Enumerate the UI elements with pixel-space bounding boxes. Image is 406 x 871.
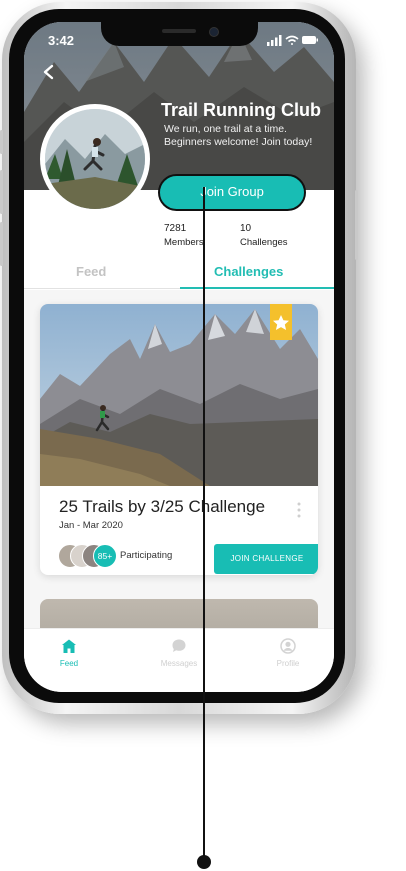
volume-up-button (0, 170, 3, 214)
mute-switch (0, 130, 3, 154)
group-avatar (40, 104, 150, 214)
tab-feed[interactable]: Feed (76, 264, 106, 279)
group-title: Trail Running Club (161, 100, 321, 120)
bottom-nav: Feed Messages Profile (24, 628, 334, 692)
participant-count-badge: 85+ (93, 544, 117, 568)
challenge-dates: Jan - Mar 2020 (59, 520, 123, 531)
challenge-title: 25 Trails by 3/25 Challenge (59, 497, 266, 516)
back-arrow-icon[interactable] (42, 64, 56, 80)
speaker-grille (162, 29, 196, 33)
members-label: Members (164, 237, 204, 248)
notch (101, 22, 258, 46)
front-camera (209, 27, 219, 37)
tab-challenges[interactable]: Challenges (214, 264, 283, 279)
battery-icon (302, 36, 318, 44)
status-icons (267, 35, 318, 46)
app-screen: 3:42 Trail Running Club We run, one trai… (24, 22, 334, 692)
challenge-card[interactable]: 25 Trails by 3/25 Challenge Jan - Mar 20… (40, 304, 318, 575)
more-options-icon[interactable] (296, 502, 302, 518)
nav-messages-label: Messages (160, 659, 198, 668)
nav-feed-label: Feed (59, 659, 79, 668)
wifi-icon (285, 35, 299, 45)
tagline-line-1: We run, one trail at a time. (164, 123, 287, 135)
participant-avatars: 85+ (58, 544, 118, 568)
challenges-count: 10 (240, 223, 252, 234)
group-tagline: We run, one trail at a time. Beginners w… (164, 123, 324, 149)
challenges-label: Challenges (240, 237, 288, 248)
home-icon (62, 639, 76, 653)
callout-dot (197, 855, 211, 869)
user-icon (280, 638, 296, 654)
status-time: 3:42 (48, 33, 75, 48)
featured-badge (270, 304, 292, 340)
star-icon (273, 315, 289, 330)
chat-icon (172, 639, 186, 652)
nav-feed[interactable]: Feed (34, 638, 104, 668)
nav-profile[interactable]: Profile (253, 638, 323, 668)
signal-icon (267, 35, 282, 46)
tagline-line-2: Beginners welcome! Join today! (164, 136, 313, 148)
join-group-button[interactable]: Join Group (158, 174, 306, 211)
trail-runner-photo (45, 109, 145, 209)
members-count: 7281 (164, 223, 187, 234)
participating-label: Participating (120, 550, 173, 561)
challenges-stat: 10 Challenges (240, 222, 288, 250)
power-button (355, 190, 358, 260)
group-tabs: Feed Challenges (24, 258, 334, 290)
callout-line (203, 187, 205, 861)
volume-down-button (0, 222, 3, 266)
join-challenge-button[interactable]: JOIN CHALLENGE (214, 544, 318, 574)
nav-profile-label: Profile (276, 659, 300, 668)
members-stat: 7281 Members (164, 222, 204, 250)
